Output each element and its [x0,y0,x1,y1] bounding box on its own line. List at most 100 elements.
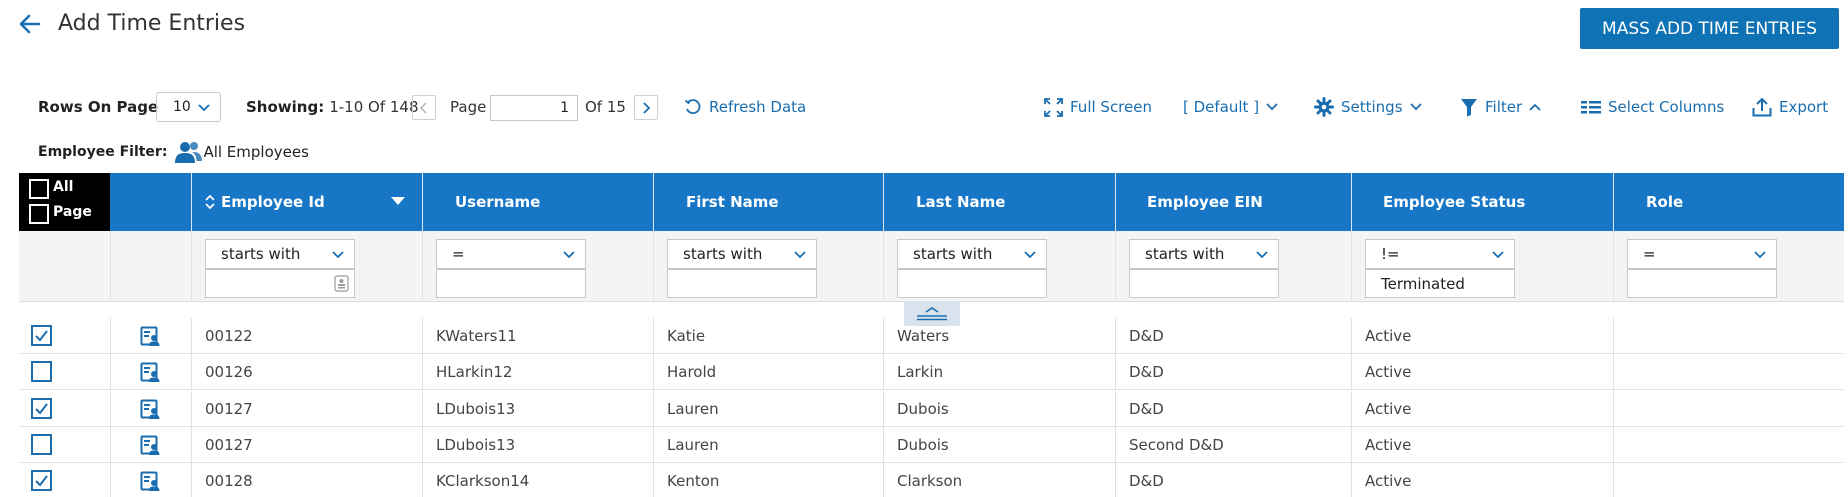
users-icon [175,140,203,164]
back-arrow-icon[interactable] [18,12,42,36]
employee-ein-filter-input[interactable] [1129,269,1279,298]
rows-on-page-value: 10 [173,99,191,115]
cell-first-name: Lauren [667,400,719,418]
table-row[interactable]: 00128 KClarkson14 Kenton Clarkson D&D Active [19,463,1844,497]
employee-card-icon[interactable] [140,471,160,491]
employee-status-filter-operator[interactable]: != [1365,239,1515,269]
employee-id-filter-operator[interactable]: starts with [205,239,355,269]
rows-on-page-select[interactable]: 10 [156,92,221,122]
grid-header: All Page Employee Id Username First Name… [19,173,1844,231]
cell-employee-ein: D&D [1129,363,1164,381]
table-row[interactable]: 00126 HLarkin12 Harold Larkin D&D Active [19,354,1844,390]
chevron-down-icon [1409,102,1422,112]
upload-icon [1752,97,1772,117]
chevron-down-icon [563,250,575,260]
page-title: Add Time Entries [58,11,246,36]
last-name-filter-input[interactable] [897,269,1047,298]
rows-on-page-label: Rows On Page [38,98,159,116]
table-row[interactable]: 00127 LDubois13 Lauren Dubois D&D Active [19,391,1844,427]
username-filter-input[interactable] [436,269,586,298]
view-select[interactable]: [ Default ] [1183,90,1278,124]
grid-toolbar: Rows On Page 10 Showing: 1-10 Of 148 Pag… [0,90,1848,124]
username-filter-operator[interactable]: = [436,239,586,269]
operator-value: starts with [913,245,993,263]
column-menu-icon[interactable] [391,197,405,206]
expand-icon [1044,97,1063,117]
page-number-input[interactable] [490,95,578,121]
operator-value: starts with [221,245,301,263]
previous-page-button[interactable] [412,95,436,120]
table-row[interactable]: 00122 KWaters11 Katie Waters D&D Active [19,318,1844,354]
chevron-down-icon [198,103,210,113]
employee-card-icon[interactable] [140,399,160,419]
chevron-down-icon [1024,250,1036,260]
last-name-filter-operator[interactable]: starts with [897,239,1047,269]
full-screen-label: Full Screen [1070,98,1152,116]
full-screen-button[interactable]: Full Screen [1044,90,1152,124]
row-checkbox[interactable] [31,325,52,346]
first-name-filter-operator[interactable]: starts with [667,239,817,269]
column-header-username[interactable]: Username [455,173,540,231]
cell-username: LDubois13 [436,436,516,454]
row-checkbox[interactable] [31,434,52,455]
column-header-employee-id[interactable]: Employee Id [205,173,425,231]
cell-employee-status: Active [1365,363,1412,381]
cell-last-name: Dubois [897,400,949,418]
table-row[interactable]: 00127 LDubois13 Lauren Dubois Second D&D Acti… [19,427,1844,463]
filter-button[interactable]: Filter [1460,90,1541,124]
select-all-label: All [53,179,74,195]
first-name-filter-input[interactable] [667,269,817,298]
role-filter-operator[interactable]: = [1627,239,1777,269]
cell-username: KWaters11 [436,327,517,345]
export-button[interactable]: Export [1752,90,1828,124]
employee-card-icon[interactable] [140,362,160,382]
cell-username: LDubois13 [436,400,516,418]
showing-label: Showing: [246,98,325,116]
cell-employee-ein: D&D [1129,327,1164,345]
employee-lookup-icon[interactable] [334,275,349,292]
operator-value: = [452,245,465,263]
column-title: Employee Id [221,193,325,211]
employee-card-icon[interactable] [140,435,160,455]
column-header-last-name[interactable]: Last Name [916,173,1005,231]
chevron-down-icon [332,250,344,260]
select-page-checkbox[interactable] [29,204,49,224]
employee-card-icon[interactable] [140,326,160,346]
row-checkbox[interactable] [31,361,52,382]
refresh-data-button[interactable]: Refresh Data [684,90,806,124]
cell-last-name: Waters [897,327,950,345]
employee-filter: Employee Filter: All Employees [38,140,309,164]
cell-employee-id: 00127 [205,436,253,454]
next-page-button[interactable] [634,95,658,120]
cell-employee-status: Active [1365,436,1412,454]
cell-username: KClarkson14 [436,472,530,490]
cell-employee-ein: D&D [1129,472,1164,490]
page-label: Page [450,98,487,116]
employee-id-filter-input[interactable] [205,269,355,298]
cell-last-name: Larkin [897,363,944,381]
row-checkbox[interactable] [31,398,52,419]
select-all-page-box: All Page [19,173,110,231]
employee-ein-filter-operator[interactable]: starts with [1129,239,1279,269]
filter-label: Filter [1485,98,1523,116]
select-all-checkbox[interactable] [29,179,49,199]
role-filter-input[interactable] [1627,269,1777,298]
column-header-employee-status[interactable]: Employee Status [1383,173,1525,231]
cell-first-name: Lauren [667,436,719,454]
column-header-role[interactable]: Role [1646,173,1683,231]
employee-status-filter-input[interactable]: Terminated [1365,269,1515,298]
cell-employee-id: 00128 [205,472,253,490]
column-header-first-name[interactable]: First Name [686,173,779,231]
select-columns-button[interactable]: Select Columns [1581,90,1724,124]
chevron-down-icon [1256,250,1268,260]
employee-filter-selector[interactable]: All Employees [175,140,309,164]
row-checkbox[interactable] [31,470,52,491]
column-header-employee-ein[interactable]: Employee EIN [1147,173,1263,231]
filter-value: Terminated [1381,274,1465,293]
settings-button[interactable]: Settings [1314,90,1422,124]
sort-icon [205,194,215,210]
operator-value: starts with [1145,245,1225,263]
mass-add-time-entries-button[interactable]: MASS ADD TIME ENTRIES [1580,8,1839,49]
chevron-down-icon [1266,102,1278,112]
operator-value: != [1381,245,1400,263]
